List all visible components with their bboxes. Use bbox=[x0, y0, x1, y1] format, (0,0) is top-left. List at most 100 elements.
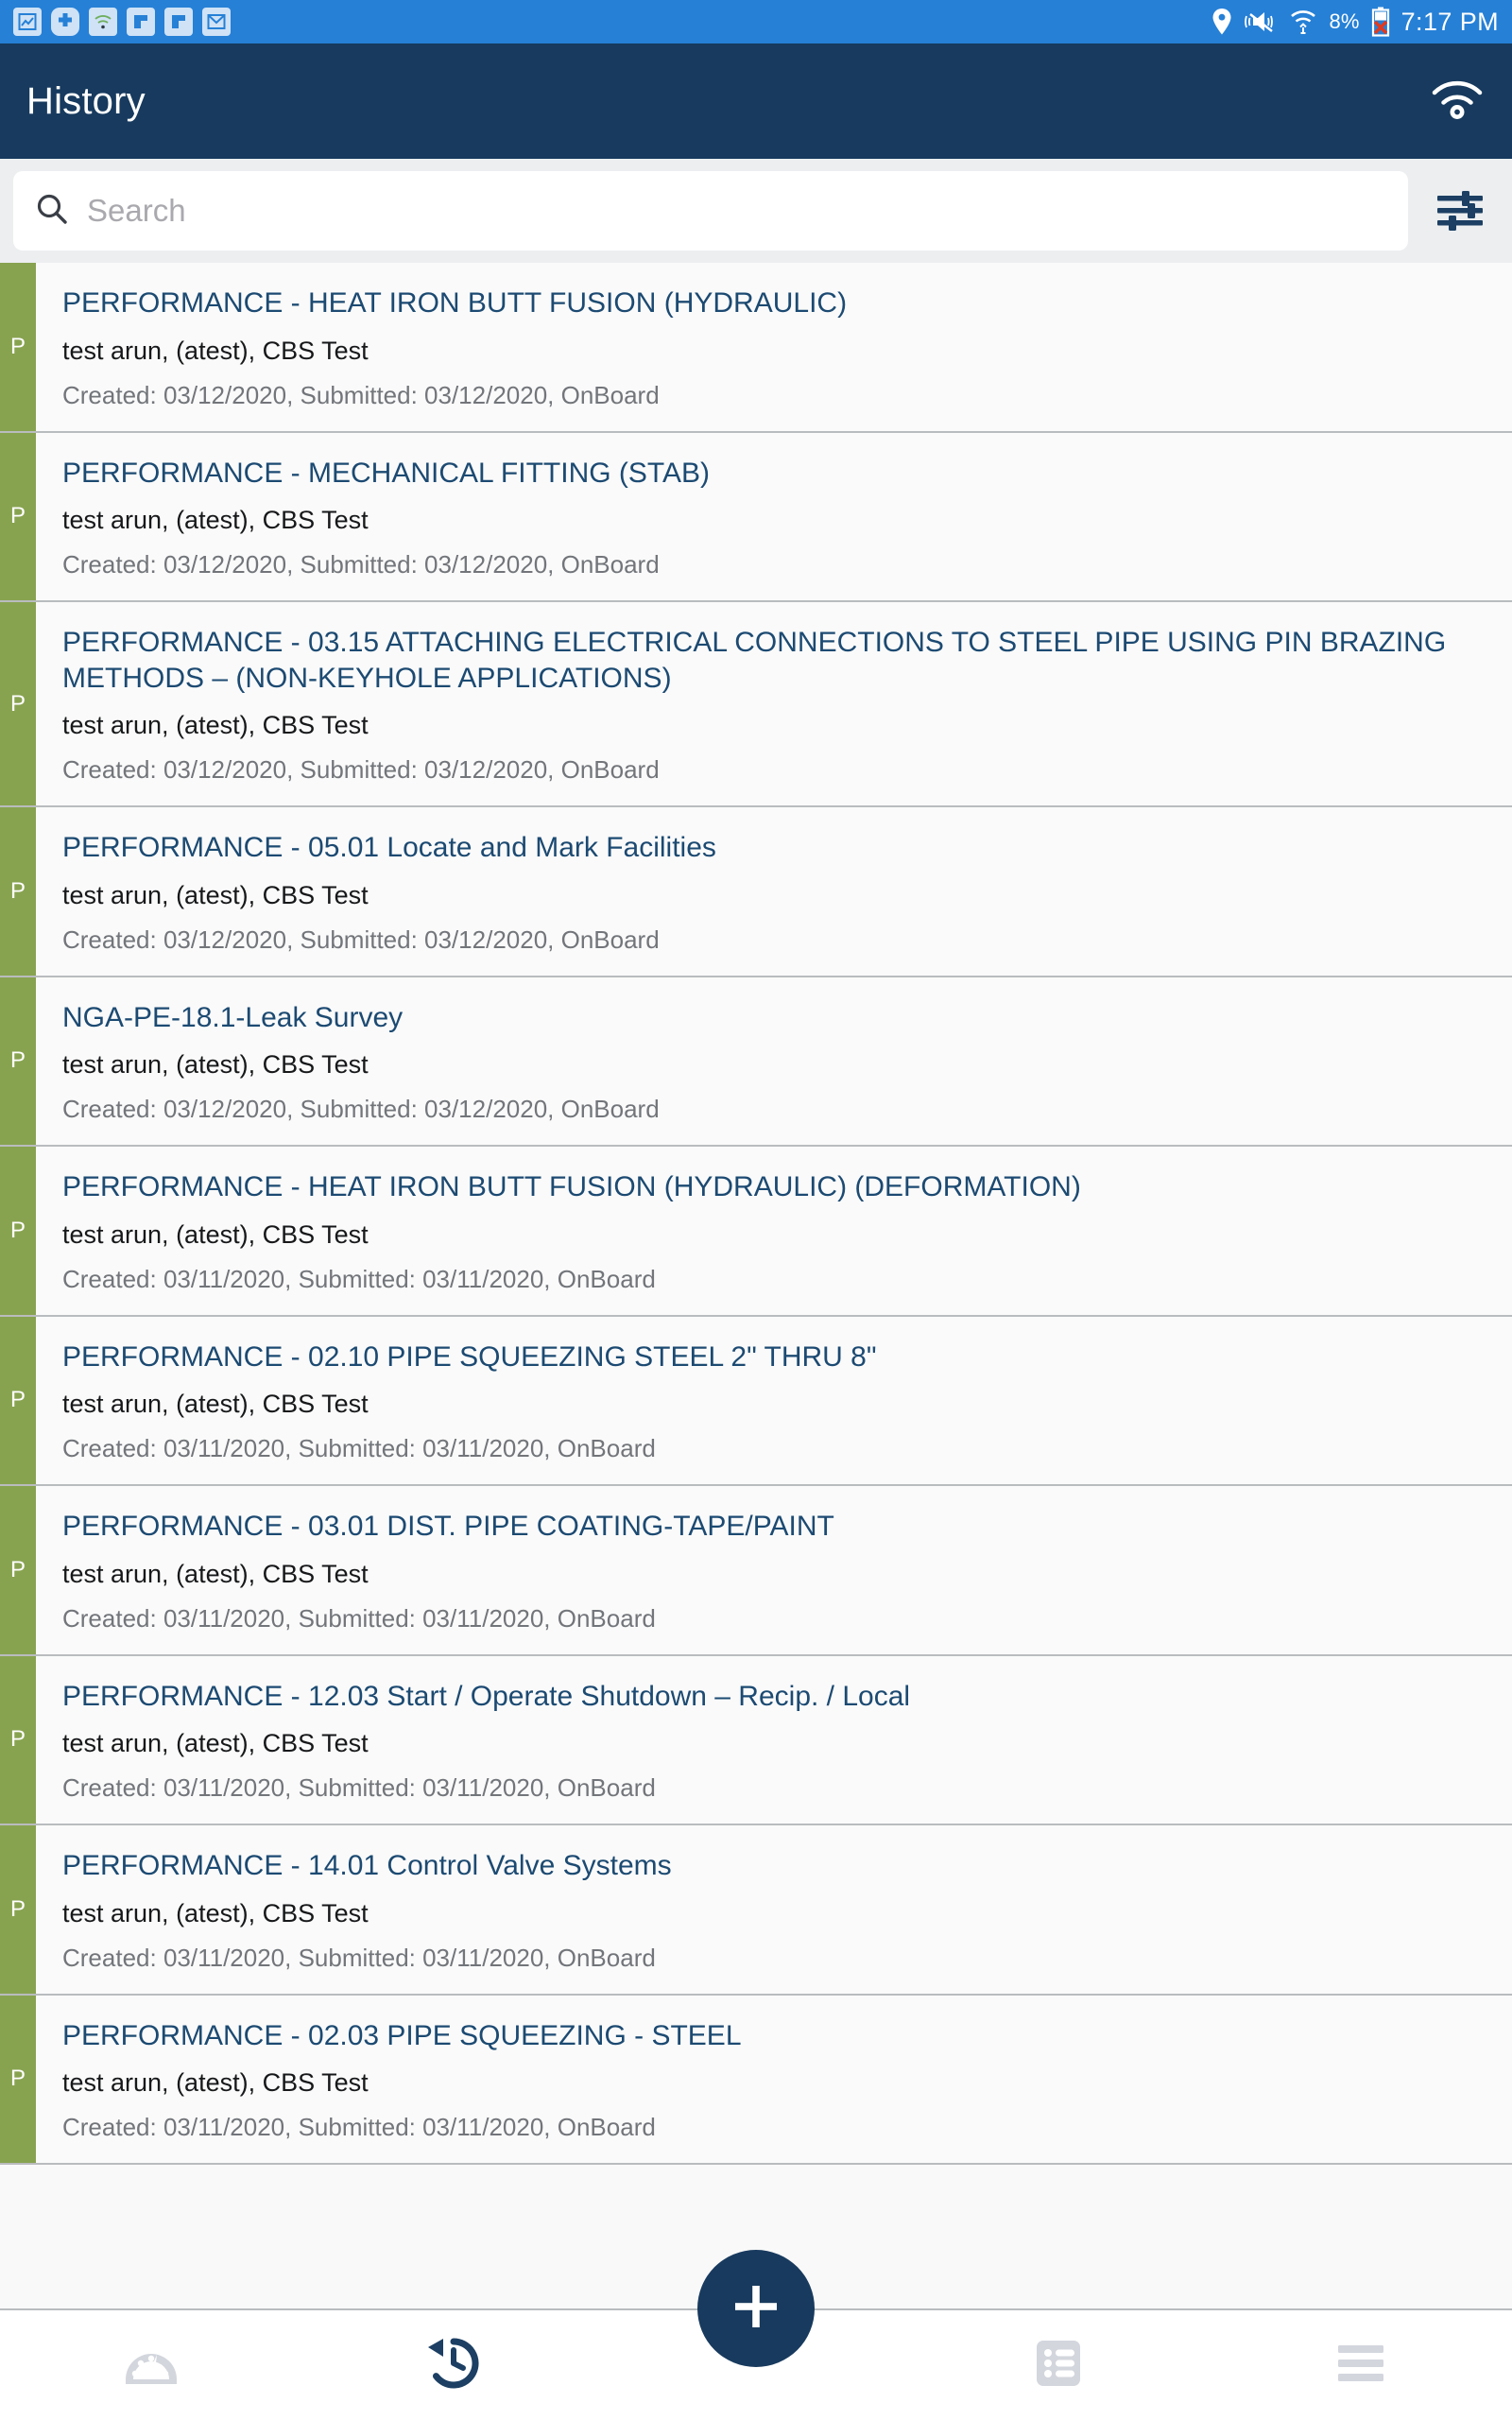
list-item[interactable]: P PERFORMANCE - 02.10 PIPE SQUEEZING STEE… bbox=[0, 1316, 1512, 1486]
nav-item-dashboard[interactable] bbox=[0, 2309, 302, 2420]
search-icon bbox=[36, 193, 68, 230]
hamburger-menu-icon bbox=[1334, 2341, 1387, 2391]
bottom-navigation bbox=[0, 2250, 1512, 2420]
list-item-title: PERFORMANCE - 02.10 PIPE SQUEEZING STEEL… bbox=[62, 1340, 877, 1373]
status-badge: P bbox=[0, 263, 36, 431]
status-badge: P bbox=[0, 807, 36, 976]
list-item-title: PERFORMANCE - 03.01 DIST. PIPE COATING-T… bbox=[62, 1511, 834, 1542]
status-badge: P bbox=[0, 1655, 36, 1824]
history-list[interactable]: P PERFORMANCE - HEAT IRON BUTT FUSION (HY… bbox=[0, 263, 1512, 2308]
list-item[interactable]: P PERFORMANCE - HEAT IRON BUTT FUSION (HY… bbox=[0, 263, 1512, 433]
list-item[interactable]: P PERFORMANCE - MECHANICAL FITTING (STAB)… bbox=[0, 432, 1512, 602]
flag-app-icon bbox=[127, 8, 155, 36]
list-item-subtitle: test arun, (atest), CBS Test bbox=[62, 1559, 369, 1588]
wifi-transfer-icon bbox=[1289, 8, 1317, 36]
list-item-body: PERFORMANCE - 02.10 PIPE SQUEEZING STEEL… bbox=[36, 1317, 1512, 1485]
status-badge: P bbox=[0, 977, 36, 1145]
battery-percent-label: 8% bbox=[1329, 9, 1360, 33]
page-title: History bbox=[26, 79, 146, 122]
list-item-meta: Created: 03/11/2020, Submitted: 03/11/20… bbox=[62, 2113, 656, 2141]
search-bar: Search bbox=[0, 159, 1512, 263]
list-item-meta: Created: 03/12/2020, Submitted: 03/12/20… bbox=[62, 380, 660, 409]
status-bar-left-icons bbox=[13, 8, 231, 36]
list-item-subtitle: test arun, (atest), CBS Test bbox=[62, 506, 369, 534]
gauge-icon bbox=[122, 2334, 180, 2397]
list-item-body: PERFORMANCE - 12.03 Start / Operate Shut… bbox=[36, 1656, 1512, 1824]
list-item-title: PERFORMANCE - MECHANICAL FITTING (STAB) bbox=[62, 457, 711, 489]
list-item-body: PERFORMANCE - 05.01 Locate and Mark Faci… bbox=[36, 807, 1512, 976]
list-item-body: PERFORMANCE - HEAT IRON BUTT FUSION (HYD… bbox=[36, 263, 1512, 431]
list-item-meta: Created: 03/12/2020, Submitted: 03/12/20… bbox=[62, 550, 660, 579]
list-item-subtitle: test arun, (atest), CBS Test bbox=[62, 2068, 369, 2097]
list-item-meta: Created: 03/11/2020, Submitted: 03/11/20… bbox=[62, 1773, 656, 1802]
list-item[interactable]: P PERFORMANCE - 03.15 ATTACHING ELECTRICA… bbox=[0, 602, 1512, 807]
list-item-meta: Created: 03/11/2020, Submitted: 03/11/20… bbox=[62, 1434, 656, 1462]
list-icon bbox=[1033, 2337, 1084, 2394]
list-item-title: PERFORMANCE - HEAT IRON BUTT FUSION (HYD… bbox=[62, 287, 848, 319]
list-item[interactable]: P PERFORMANCE - 03.01 DIST. PIPE COATING-… bbox=[0, 1486, 1512, 1656]
list-item-title: NGA-PE-18.1-Leak Survey bbox=[62, 1001, 404, 1033]
status-badge: P bbox=[0, 1995, 36, 2163]
app-screen: 8% 7:17 PM History Search P PERFORMANCE … bbox=[0, 0, 1512, 2420]
list-item-title: PERFORMANCE - 03.15 ATTACHING ELECTRICAL… bbox=[62, 627, 1447, 694]
list-item-body: PERFORMANCE - MECHANICAL FITTING (STAB) t… bbox=[36, 433, 1512, 601]
gmail-icon bbox=[202, 8, 231, 36]
list-item-body: NGA-PE-18.1-Leak Survey test arun, (atest… bbox=[36, 977, 1512, 1146]
plus-circle-icon bbox=[51, 8, 79, 36]
list-item-meta: Created: 03/11/2020, Submitted: 03/11/20… bbox=[62, 1943, 656, 1972]
list-item[interactable]: P PERFORMANCE - 12.03 Start / Operate Shu… bbox=[0, 1655, 1512, 1825]
status-badge: P bbox=[0, 602, 36, 805]
add-button[interactable] bbox=[697, 2250, 815, 2367]
list-item-title: PERFORMANCE - 05.01 Locate and Mark Faci… bbox=[62, 832, 716, 863]
clock-label: 7:17 PM bbox=[1400, 7, 1499, 36]
list-item-subtitle: test arun, (atest), CBS Test bbox=[62, 336, 369, 365]
nav-item-forms[interactable] bbox=[907, 2309, 1210, 2420]
list-item-subtitle: test arun, (atest), CBS Test bbox=[62, 1729, 369, 1757]
list-item-subtitle: test arun, (atest), CBS Test bbox=[62, 1390, 369, 1418]
list-item-title: PERFORMANCE - 14.01 Control Valve System… bbox=[62, 1850, 672, 1881]
list-item-body: PERFORMANCE - 03.01 DIST. PIPE COATING-T… bbox=[36, 1486, 1512, 1654]
app-bar-actions bbox=[1431, 79, 1484, 124]
screenshot-icon bbox=[13, 8, 42, 36]
mute-vibrate-icon bbox=[1244, 9, 1278, 35]
wifi-icon[interactable] bbox=[1431, 79, 1484, 124]
list-item-subtitle: test arun, (atest), CBS Test bbox=[62, 1219, 369, 1249]
list-item[interactable]: P NGA-PE-18.1-Leak Survey test arun, (ates… bbox=[0, 977, 1512, 1147]
list-item-subtitle: test arun, (atest), CBS Test bbox=[62, 711, 369, 739]
list-item-body: PERFORMANCE - 03.15 ATTACHING ELECTRICAL… bbox=[36, 602, 1512, 805]
list-item-body: PERFORMANCE - 14.01 Control Valve System… bbox=[36, 1825, 1512, 1994]
nav-item-menu[interactable] bbox=[1210, 2309, 1512, 2420]
list-item-body: PERFORMANCE - HEAT IRON BUTT FUSION (HYD… bbox=[36, 1147, 1512, 1315]
list-item-meta: Created: 03/11/2020, Submitted: 03/11/20… bbox=[62, 1264, 656, 1293]
nav-item-history[interactable] bbox=[302, 2309, 605, 2420]
list-item-title: PERFORMANCE - 12.03 Start / Operate Shut… bbox=[62, 1680, 911, 1712]
list-item-title: PERFORMANCE - 02.03 PIPE SQUEEZING - STE… bbox=[62, 2019, 742, 2051]
list-item-subtitle: test arun, (atest), CBS Test bbox=[62, 880, 369, 909]
flag-app-icon-2 bbox=[164, 8, 193, 36]
status-badge: P bbox=[0, 1486, 36, 1654]
list-item-title: PERFORMANCE - HEAT IRON BUTT FUSION (HYD… bbox=[62, 1171, 1081, 1202]
list-item[interactable]: P PERFORMANCE - 05.01 Locate and Mark Fac… bbox=[0, 807, 1512, 977]
list-item[interactable]: P PERFORMANCE - 02.03 PIPE SQUEEZING - ST… bbox=[0, 1995, 1512, 2165]
status-badge: P bbox=[0, 432, 36, 600]
app-bar: History bbox=[0, 43, 1512, 159]
filter-sliders-icon[interactable] bbox=[1408, 159, 1512, 263]
status-bar: 8% 7:17 PM bbox=[0, 0, 1512, 43]
list-item-meta: Created: 03/11/2020, Submitted: 03/11/20… bbox=[62, 1603, 656, 1633]
plus-icon bbox=[730, 2280, 782, 2338]
search-input[interactable]: Search bbox=[13, 171, 1408, 251]
list-item[interactable]: P PERFORMANCE - HEAT IRON BUTT FUSION (HY… bbox=[0, 1147, 1512, 1317]
list-item-meta: Created: 03/12/2020, Submitted: 03/12/20… bbox=[62, 1095, 660, 1123]
list-item-body: PERFORMANCE - 02.03 PIPE SQUEEZING - STE… bbox=[36, 1996, 1512, 2164]
status-badge: P bbox=[0, 1147, 36, 1315]
status-badge: P bbox=[0, 1825, 36, 1994]
list-item-meta: Created: 03/12/2020, Submitted: 03/12/20… bbox=[62, 925, 660, 954]
list-item-subtitle: test arun, (atest), CBS Test bbox=[62, 1050, 369, 1079]
battery-error-icon bbox=[1371, 7, 1390, 37]
status-bar-right-icons: 8% 7:17 PM bbox=[1211, 7, 1499, 37]
status-badge: P bbox=[0, 1316, 36, 1484]
wifi-small-icon bbox=[89, 8, 117, 36]
list-item-subtitle: test arun, (atest), CBS Test bbox=[62, 1898, 369, 1927]
list-item[interactable]: P PERFORMANCE - 14.01 Control Valve Syste… bbox=[0, 1825, 1512, 1996]
search-placeholder: Search bbox=[87, 193, 186, 228]
